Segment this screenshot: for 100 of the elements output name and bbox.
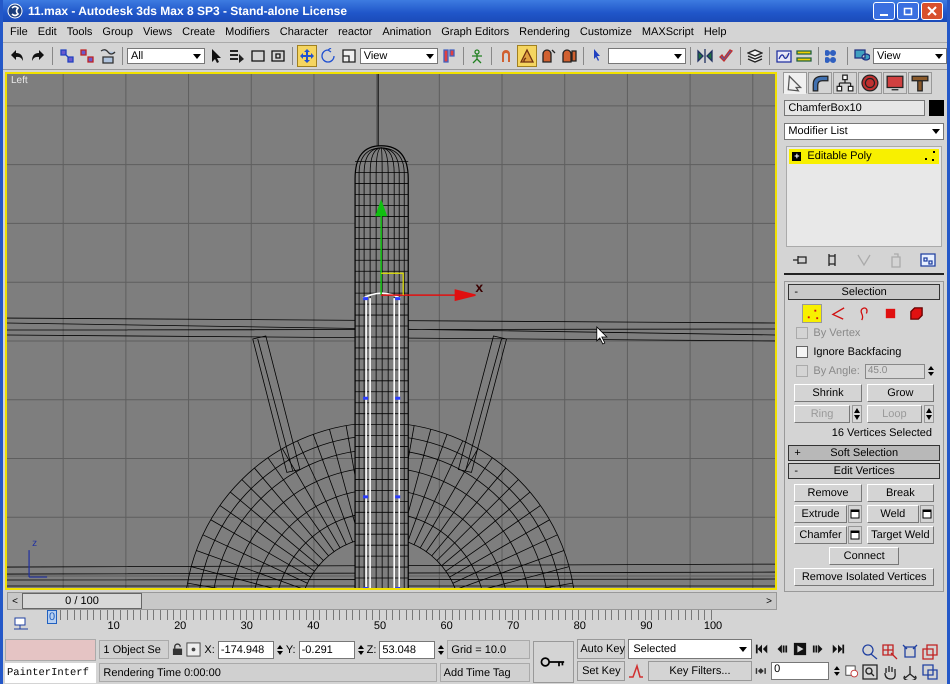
menu-item[interactable]: Edit [32, 26, 62, 38]
auto-key-button[interactable]: Auto Key [577, 639, 626, 659]
panel-button[interactable]: Extrude [794, 504, 847, 523]
panel-button[interactable]: Break [866, 484, 934, 502]
frame-number: 90 [640, 620, 653, 632]
hand-icon[interactable] [882, 664, 898, 680]
menu-item[interactable]: Animation [377, 26, 436, 38]
next-frame-button[interactable]: > [762, 596, 776, 606]
bend-tab[interactable] [808, 72, 832, 94]
track-bar[interactable]: 0 10 20 30 40 50 60 70 80 90 100 [35, 610, 725, 638]
menu-item[interactable]: Customize [574, 26, 637, 38]
percent-snap-icon [540, 48, 556, 64]
menu-item[interactable]: Help [698, 26, 732, 38]
hierarchy-tab[interactable] [833, 72, 858, 94]
previous-frame-button[interactable]: < [8, 596, 22, 606]
transform-mode-icon[interactable] [186, 642, 202, 657]
settings-button[interactable] [848, 504, 862, 523]
script-listener-field[interactable]: PainterInterf [5, 663, 96, 683]
maximize-viewport-icon[interactable] [922, 664, 938, 680]
settings-button[interactable] [848, 526, 862, 544]
time-slider[interactable]: < 0 / 100 > [7, 592, 777, 610]
menu-item[interactable]: Create [177, 26, 220, 38]
left-viewport[interactable]: Left x z [5, 72, 778, 590]
menu-item[interactable]: reactor [333, 26, 378, 38]
configure-icon[interactable] [920, 252, 936, 268]
menu-item[interactable]: MAXScript [636, 26, 699, 38]
checkbox[interactable] [796, 346, 808, 358]
rollout-header[interactable]: + Soft Selection [788, 444, 940, 461]
monitor-tab[interactable] [883, 72, 908, 94]
menu-item[interactable]: Tools [62, 26, 98, 38]
toolbar-dropdown[interactable] [608, 48, 686, 64]
go-to-end-icon[interactable] [830, 642, 845, 656]
menu-item[interactable]: Modifiers [220, 26, 275, 38]
menu-item[interactable]: Rendering [514, 26, 575, 38]
panel-button[interactable]: Target Weld [866, 526, 934, 544]
panel-button[interactable]: Chamfer [794, 526, 847, 544]
spinner-arrows-icon[interactable] [834, 665, 840, 677]
dropdown-arrow-icon [934, 52, 943, 60]
zoom-all-icon[interactable] [882, 644, 898, 660]
set-key-button[interactable]: Set Key [577, 661, 626, 681]
object-color-swatch[interactable] [929, 100, 944, 116]
orbit-icon[interactable] [902, 664, 918, 680]
rollout-header[interactable]: - Selection [788, 284, 940, 300]
zoom-extents-all-icon[interactable] [922, 644, 938, 660]
arrow-icon [786, 74, 804, 92]
go-to-start-icon[interactable] [754, 642, 769, 656]
move-tool-button[interactable] [297, 45, 318, 67]
key-mode-dropdown[interactable]: Selected [628, 639, 752, 659]
object-name-field[interactable]: ChamferBox10 [784, 100, 925, 116]
coordinate-field[interactable]: -174.948 [218, 640, 274, 658]
minimize-button[interactable] [873, 2, 895, 20]
spinner-arrows-icon[interactable] [358, 644, 364, 656]
restore-button[interactable] [897, 2, 919, 20]
frame-number: 30 [240, 620, 253, 632]
time-configuration-icon[interactable] [845, 664, 859, 678]
time-slider-thumb[interactable]: 0 / 100 [22, 593, 142, 609]
rollout-header[interactable]: - Edit Vertices [788, 462, 940, 479]
spinner-arrows-icon[interactable] [852, 404, 862, 423]
angle-snap-tool-button[interactable] [517, 45, 537, 67]
spinner-arrows-icon[interactable] [924, 404, 934, 423]
menu-item[interactable]: Character [274, 26, 334, 38]
key-mode-toggle-icon[interactable] [754, 665, 766, 677]
menu-item[interactable]: Graph Editors [436, 26, 514, 38]
macro-recorder-field[interactable] [5, 639, 96, 661]
modifier-list-dropdown[interactable]: Modifier List [784, 123, 944, 140]
window-crossing-icon [270, 48, 286, 64]
key-filters-button[interactable]: Key Filters... [648, 661, 752, 681]
zoom-region-icon[interactable] [862, 664, 878, 680]
settings-button[interactable] [920, 504, 934, 523]
current-frame-field[interactable]: 0 [771, 662, 830, 680]
add-time-tag-button[interactable]: Add Time Tag [440, 663, 530, 682]
panel-button[interactable]: Shrink [794, 384, 862, 402]
arrow-tab[interactable] [783, 72, 808, 94]
stack-item[interactable]: + Editable Poly [789, 148, 939, 164]
panel-button[interactable]: Weld [866, 504, 919, 523]
play-icon[interactable] [792, 642, 807, 656]
expand-toggle[interactable]: + [792, 152, 802, 161]
hammer-tab[interactable] [908, 72, 932, 94]
spinner-arrows-icon[interactable] [438, 644, 444, 656]
close-button[interactable] [921, 2, 943, 20]
spinner-arrows-icon[interactable] [276, 644, 283, 656]
coordinate-field[interactable]: 53.048 [379, 640, 436, 658]
lock-icon[interactable] [172, 643, 184, 656]
menu-item[interactable]: File [5, 26, 33, 38]
panel-button[interactable]: Grow [866, 384, 934, 402]
track-bar-icon[interactable] [13, 616, 29, 632]
panel-button[interactable]: Remove [794, 484, 862, 502]
panel-button[interactable]: Connect [829, 546, 900, 565]
spinner-arrows-icon[interactable] [928, 365, 934, 378]
toolbar-dropdown[interactable]: All [127, 48, 206, 64]
panel-button[interactable]: Remove Isolated Vertices [794, 568, 934, 586]
coordinate-field[interactable]: -0.291 [298, 640, 355, 658]
key-tangent-icon[interactable] [628, 663, 644, 679]
zoom-icon[interactable] [862, 644, 878, 660]
toolbar-dropdown[interactable]: View [872, 48, 947, 64]
set-keys-button[interactable] [532, 641, 574, 683]
menu-item[interactable]: Group [97, 26, 138, 38]
toolbar-dropdown[interactable]: View [360, 48, 438, 64]
zoom-extents-icon[interactable] [902, 644, 918, 660]
menu-item[interactable]: Views [138, 26, 178, 38]
